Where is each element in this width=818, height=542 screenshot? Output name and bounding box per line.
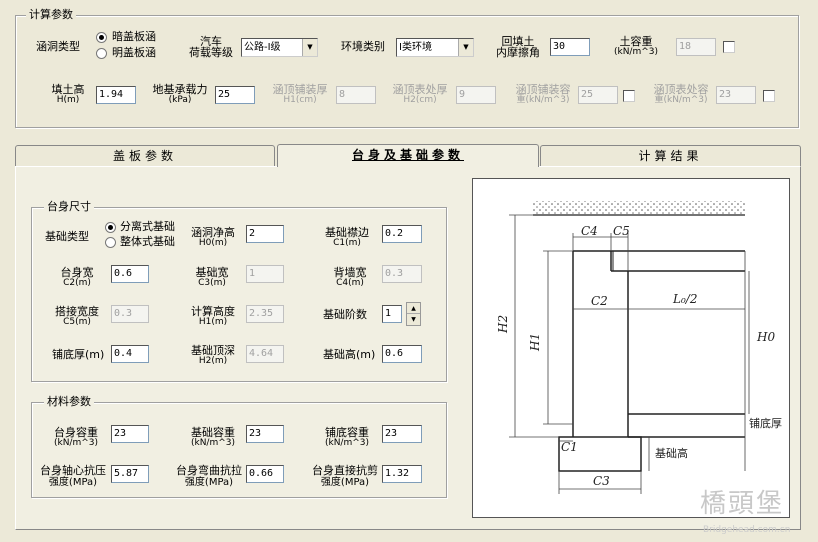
environment-select[interactable]: I类环境 ▼ bbox=[396, 38, 474, 57]
found-width-input[interactable]: 1 bbox=[246, 265, 284, 283]
found-steps-spinner[interactable]: ▲ ▼ bbox=[406, 302, 421, 326]
watermark-logo: 橋頭堡 bbox=[700, 489, 785, 519]
tab-abutment-foundation[interactable]: 台身及基础参数 bbox=[277, 144, 539, 167]
bearing-input[interactable]: 25 bbox=[215, 86, 255, 104]
dim-h0: H0 bbox=[756, 330, 775, 344]
spin-down-icon[interactable]: ▼ bbox=[407, 314, 420, 325]
vehicle-load-select[interactable]: 公路-I级 ▼ bbox=[241, 38, 318, 57]
culvert-type-label: 涵洞类型 bbox=[36, 40, 80, 53]
backfill-soil-hatch bbox=[533, 201, 745, 215]
axial-strength-label: 台身轴心抗压 强度(MPa) bbox=[40, 464, 106, 488]
surface-thick-input[interactable]: 9 bbox=[456, 86, 496, 104]
body-width-label: 台身宽 C2(m) bbox=[60, 266, 94, 288]
dim-c4: C4 bbox=[581, 224, 598, 238]
found-height-label: 基础高(m) bbox=[323, 348, 376, 361]
surface-weight-label: 涵顶表处容 重(kN/m^3) bbox=[653, 83, 709, 105]
backfill-angle-label: 回填土 内摩擦角 bbox=[496, 35, 540, 59]
dim-c1: C1 bbox=[561, 440, 578, 454]
soil-weight-checkbox[interactable] bbox=[723, 41, 735, 53]
found-offset-label: 基础襟边 C1(m) bbox=[325, 226, 369, 248]
axial-strength-input[interactable]: 5.87 bbox=[111, 465, 149, 483]
surface-weight-checkbox[interactable] bbox=[763, 90, 775, 102]
abutment-title: 台身尺寸 bbox=[44, 201, 94, 213]
dim-c5: C5 bbox=[613, 224, 630, 238]
surface-weight-input[interactable]: 23 bbox=[716, 86, 756, 104]
vehicle-load-label: 汽车 荷载等级 bbox=[189, 35, 233, 59]
lap-width-label: 搭接宽度 C5(m) bbox=[55, 305, 99, 327]
pave-thick-input[interactable]: 8 bbox=[336, 86, 376, 104]
found-height-input[interactable]: 0.6 bbox=[382, 345, 422, 363]
dim-c3: C3 bbox=[593, 474, 610, 488]
back-width-label: 背墙宽 C4(m) bbox=[333, 266, 367, 288]
radio-open-culvert-label[interactable]: 明盖板涵 bbox=[112, 47, 156, 59]
pave-thick-label: 涵顶铺装厚 H1(cm) bbox=[272, 83, 328, 105]
bed-weight-label: 铺底容重 (kN/m^3) bbox=[324, 426, 370, 448]
bend-strength-input[interactable]: 0.66 bbox=[246, 465, 284, 483]
bed-thick-label: 铺底厚(m) bbox=[52, 348, 105, 361]
chevron-down-icon[interactable]: ▼ bbox=[458, 39, 473, 56]
found-weight-input[interactable]: 23 bbox=[246, 425, 284, 443]
environment-label: 环境类别 bbox=[341, 40, 385, 53]
spin-up-icon[interactable]: ▲ bbox=[407, 303, 420, 314]
found-offset-input[interactable]: 0.2 bbox=[382, 225, 422, 243]
radio-separate-foundation[interactable] bbox=[105, 222, 116, 233]
radio-open-culvert[interactable] bbox=[96, 48, 107, 59]
tab-cover-plate[interactable]: 盖板参数 bbox=[15, 145, 275, 166]
calc-height-input[interactable]: 2.35 bbox=[246, 305, 284, 323]
found-steps-input[interactable]: 1 bbox=[382, 305, 402, 323]
radio-dark-culvert-label[interactable]: 暗盖板涵 bbox=[112, 31, 156, 43]
found-depth-input[interactable]: 4.64 bbox=[246, 345, 284, 363]
clear-height-input[interactable]: 2 bbox=[246, 225, 284, 243]
radio-integral-foundation[interactable] bbox=[105, 237, 116, 248]
foundation-type-label: 基础类型 bbox=[45, 230, 89, 243]
radio-dark-culvert[interactable] bbox=[96, 32, 107, 43]
fill-height-label: 填土高 H(m) bbox=[51, 83, 85, 105]
body-weight-label: 台身容重 (kN/m^3) bbox=[53, 426, 99, 448]
radio-integral-foundation-label[interactable]: 整体式基础 bbox=[120, 236, 175, 248]
soil-weight-label: 土容重 (kN/m^3) bbox=[613, 35, 659, 57]
bearing-label: 地基承载力 (kPa) bbox=[152, 83, 208, 105]
backfill-angle-input[interactable]: 30 bbox=[550, 38, 590, 56]
soil-weight-input[interactable]: 18 bbox=[676, 38, 716, 56]
fill-height-input[interactable]: 1.94 bbox=[96, 86, 136, 104]
clear-height-label: 涵洞净高 H0(m) bbox=[191, 226, 235, 248]
dim-bed-thick: 铺底厚 bbox=[749, 416, 782, 430]
dim-l0: L₀/2 bbox=[672, 292, 697, 306]
lap-width-input[interactable]: 0.3 bbox=[111, 305, 149, 323]
found-weight-label: 基础容重 (kN/m^3) bbox=[190, 426, 236, 448]
calc-params-title: 计算参数 bbox=[26, 9, 76, 21]
shear-strength-input[interactable]: 1.32 bbox=[382, 465, 422, 483]
radio-separate-foundation-label[interactable]: 分离式基础 bbox=[120, 221, 175, 233]
dim-c2: C2 bbox=[591, 294, 608, 308]
pave-weight-input[interactable]: 25 bbox=[578, 86, 618, 104]
found-depth-label: 基础顶深 H2(m) bbox=[191, 344, 235, 366]
found-width-label: 基础宽 C3(m) bbox=[195, 266, 229, 288]
pave-weight-label: 涵顶铺装容 重(kN/m^3) bbox=[515, 83, 571, 105]
body-weight-input[interactable]: 23 bbox=[111, 425, 149, 443]
material-title: 材料参数 bbox=[44, 396, 94, 408]
body-width-input[interactable]: 0.6 bbox=[111, 265, 149, 283]
surface-thick-label: 涵顶表处厚 H2(cm) bbox=[392, 83, 448, 105]
dim-h1: H1 bbox=[528, 333, 542, 352]
section-diagram: C4 C5 C2 L₀/2 H2 H1 H0 C1 C3 铺底厚 基础高 bbox=[472, 178, 790, 518]
bend-strength-label: 台身弯曲抗拉 强度(MPa) bbox=[176, 464, 242, 488]
pave-weight-checkbox[interactable] bbox=[623, 90, 635, 102]
back-width-input[interactable]: 0.3 bbox=[382, 265, 422, 283]
found-steps-label: 基础阶数 bbox=[323, 308, 367, 321]
bed-thick-input[interactable]: 0.4 bbox=[111, 345, 149, 363]
tab-results[interactable]: 计算结果 bbox=[540, 145, 801, 166]
shear-strength-label: 台身直接抗剪 强度(MPa) bbox=[312, 464, 378, 488]
section-diagram-svg: C4 C5 C2 L₀/2 H2 H1 H0 C1 C3 铺底厚 基础高 bbox=[496, 201, 782, 494]
chevron-down-icon[interactable]: ▼ bbox=[302, 39, 317, 56]
bed-weight-input[interactable]: 23 bbox=[382, 425, 422, 443]
dim-h2: H2 bbox=[496, 315, 510, 334]
watermark-url: Bridgehead.com.cn bbox=[703, 525, 791, 535]
calc-height-label: 计算高度 H1(m) bbox=[191, 305, 235, 327]
dim-found-height: 基础高 bbox=[655, 446, 688, 460]
